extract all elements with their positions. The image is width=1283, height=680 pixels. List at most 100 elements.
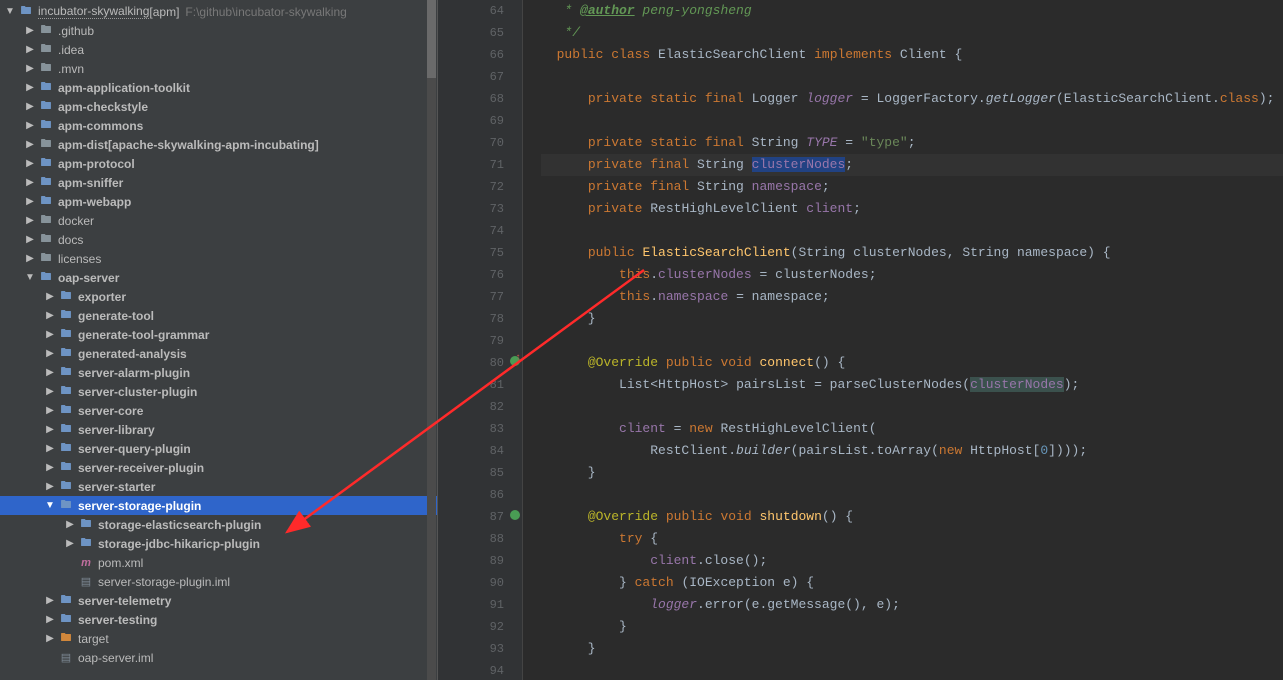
gutter-line-75[interactable]: 75 <box>438 242 504 264</box>
code-line-94[interactable] <box>541 660 1283 680</box>
code-line-85[interactable]: } <box>541 462 1283 484</box>
collapse-icon[interactable]: ▼ <box>24 272 36 283</box>
code-line-87[interactable]: @Override public void shutdown() { <box>541 506 1283 528</box>
tree-row-server-query-plugin[interactable]: ▶🖿server-query-plugin <box>0 439 437 458</box>
code-line-79[interactable] <box>541 330 1283 352</box>
code-editor[interactable]: 6465666768697071727374757677787980↑81828… <box>438 0 1283 680</box>
code-line-91[interactable]: logger.error(e.getMessage(), e); <box>541 594 1283 616</box>
tree-row-oap-server[interactable]: ▼🖿oap-server <box>0 268 437 287</box>
gutter-line-74[interactable]: 74 <box>438 220 504 242</box>
tree-row-apm-application-toolkit[interactable]: ▶🖿apm-application-toolkit <box>0 78 437 97</box>
tree-row-storage-elasticsearch-plugin[interactable]: ▶🖿storage-elasticsearch-plugin <box>0 515 437 534</box>
tree-row-storage-jdbc-hikaricp-plugin[interactable]: ▶🖿storage-jdbc-hikaricp-plugin <box>0 534 437 553</box>
expand-icon[interactable]: ▶ <box>44 595 56 606</box>
code-line-93[interactable]: } <box>541 638 1283 660</box>
tree-row-server-starter[interactable]: ▶🖿server-starter <box>0 477 437 496</box>
tree-row-server-receiver-plugin[interactable]: ▶🖿server-receiver-plugin <box>0 458 437 477</box>
code-line-68[interactable]: private static final Logger logger = Log… <box>541 88 1283 110</box>
code-line-86[interactable] <box>541 484 1283 506</box>
tree-row-server-alarm-plugin[interactable]: ▶🖿server-alarm-plugin <box>0 363 437 382</box>
code-line-90[interactable]: } catch (IOException e) { <box>541 572 1283 594</box>
code-line-89[interactable]: client.close(); <box>541 550 1283 572</box>
collapse-icon[interactable]: ▼ <box>4 6 16 17</box>
expand-icon[interactable]: ▶ <box>44 367 56 378</box>
tree-row--mvn[interactable]: ▶🖿.mvn <box>0 59 437 78</box>
tree-row-pom-xml[interactable]: ·mpom.xml <box>0 553 437 572</box>
gutter-line-85[interactable]: 85 <box>438 462 504 484</box>
sidebar-scrollbar[interactable] <box>427 0 436 680</box>
gutter-line-79[interactable]: 79 <box>438 330 504 352</box>
gutter-line-91[interactable]: 91 <box>438 594 504 616</box>
expand-icon[interactable]: ▶ <box>24 101 36 112</box>
expand-icon[interactable]: ▶ <box>44 291 56 302</box>
tree-row-server-storage-plugin[interactable]: ▼🖿server-storage-plugin <box>0 496 437 515</box>
gutter-line-68[interactable]: 68 <box>438 88 504 110</box>
tree-row-generate-tool[interactable]: ▶🖿generate-tool <box>0 306 437 325</box>
gutter-line-77[interactable]: 77 <box>438 286 504 308</box>
expand-icon[interactable]: ▶ <box>24 215 36 226</box>
code-line-84[interactable]: RestClient.builder(pairsList.toArray(new… <box>541 440 1283 462</box>
gutter-line-89[interactable]: 89 <box>438 550 504 572</box>
tree-row-server-telemetry[interactable]: ▶🖿server-telemetry <box>0 591 437 610</box>
gutter-line-64[interactable]: 64 <box>438 0 504 22</box>
expand-icon[interactable]: ▶ <box>24 63 36 74</box>
gutter-line-87[interactable]: 87 <box>438 506 504 528</box>
gutter-line-83[interactable]: 83 <box>438 418 504 440</box>
expand-icon[interactable]: ▶ <box>24 120 36 131</box>
expand-icon[interactable]: ▶ <box>44 462 56 473</box>
gutter-line-76[interactable]: 76 <box>438 264 504 286</box>
project-sidebar[interactable]: ▼🖿incubator-skywalking [apm]F:\github\in… <box>0 0 438 680</box>
gutter-line-88[interactable]: 88 <box>438 528 504 550</box>
expand-icon[interactable]: ▶ <box>44 443 56 454</box>
expand-icon[interactable]: ▶ <box>24 44 36 55</box>
code-line-78[interactable]: } <box>541 308 1283 330</box>
editor-gutter[interactable]: 6465666768697071727374757677787980↑81828… <box>438 0 523 680</box>
tree-row-target[interactable]: ▶🖿target <box>0 629 437 648</box>
expand-icon[interactable]: ▶ <box>44 348 56 359</box>
tree-row-docs[interactable]: ▶🖿docs <box>0 230 437 249</box>
tree-row-apm-dist[interactable]: ▶🖿apm-dist [apache-skywalking-apm-incuba… <box>0 135 437 154</box>
expand-icon[interactable]: ▶ <box>44 329 56 340</box>
tree-row-server-cluster-plugin[interactable]: ▶🖿server-cluster-plugin <box>0 382 437 401</box>
expand-icon[interactable]: ▶ <box>24 177 36 188</box>
expand-icon[interactable]: ▶ <box>64 519 76 530</box>
tree-row--idea[interactable]: ▶🖿.idea <box>0 40 437 59</box>
code-line-65[interactable]: */ <box>541 22 1283 44</box>
tree-row-server-storage-plugin-iml[interactable]: ·▤server-storage-plugin.iml <box>0 572 437 591</box>
tree-row-server-library[interactable]: ▶🖿server-library <box>0 420 437 439</box>
gutter-line-93[interactable]: 93 <box>438 638 504 660</box>
gutter-line-78[interactable]: 78 <box>438 308 504 330</box>
code-line-73[interactable]: private RestHighLevelClient client; <box>541 198 1283 220</box>
tree-row-exporter[interactable]: ▶🖿exporter <box>0 287 437 306</box>
expand-icon[interactable]: ▶ <box>44 633 56 644</box>
tree-row-apm-webapp[interactable]: ▶🖿apm-webapp <box>0 192 437 211</box>
tree-row-apm-protocol[interactable]: ▶🖿apm-protocol <box>0 154 437 173</box>
gutter-line-92[interactable]: 92 <box>438 616 504 638</box>
gutter-line-86[interactable]: 86 <box>438 484 504 506</box>
gutter-line-66[interactable]: 66 <box>438 44 504 66</box>
gutter-line-72[interactable]: 72 <box>438 176 504 198</box>
tree-row-oap-server-iml[interactable]: ·▤oap-server.iml <box>0 648 437 667</box>
gutter-line-67[interactable]: 67 <box>438 66 504 88</box>
code-line-83[interactable]: client = new RestHighLevelClient( <box>541 418 1283 440</box>
code-line-92[interactable]: } <box>541 616 1283 638</box>
tree-row--github[interactable]: ▶🖿.github <box>0 21 437 40</box>
tree-row-generated-analysis[interactable]: ▶🖿generated-analysis <box>0 344 437 363</box>
override-marker-icon[interactable] <box>510 510 520 520</box>
code-line-81[interactable]: List<HttpHost> pairsList = parseClusterN… <box>541 374 1283 396</box>
code-line-74[interactable] <box>541 220 1283 242</box>
tree-row-licenses[interactable]: ▶🖿licenses <box>0 249 437 268</box>
editor-code-area[interactable]: * @author peng-yongsheng */ public class… <box>523 0 1283 680</box>
gutter-line-73[interactable]: 73 <box>438 198 504 220</box>
expand-icon[interactable]: ▶ <box>44 614 56 625</box>
gutter-line-84[interactable]: 84 <box>438 440 504 462</box>
tree-row-incubator-skywalking[interactable]: ▼🖿incubator-skywalking [apm]F:\github\in… <box>0 2 437 21</box>
code-line-80[interactable]: @Override public void connect() { <box>541 352 1283 374</box>
code-line-82[interactable] <box>541 396 1283 418</box>
expand-icon[interactable]: ▶ <box>24 139 36 150</box>
expand-icon[interactable]: ▶ <box>24 82 36 93</box>
collapse-icon[interactable]: ▼ <box>44 500 56 511</box>
gutter-line-65[interactable]: 65 <box>438 22 504 44</box>
gutter-line-71[interactable]: 71 <box>438 154 504 176</box>
code-line-77[interactable]: this.namespace = namespace; <box>541 286 1283 308</box>
